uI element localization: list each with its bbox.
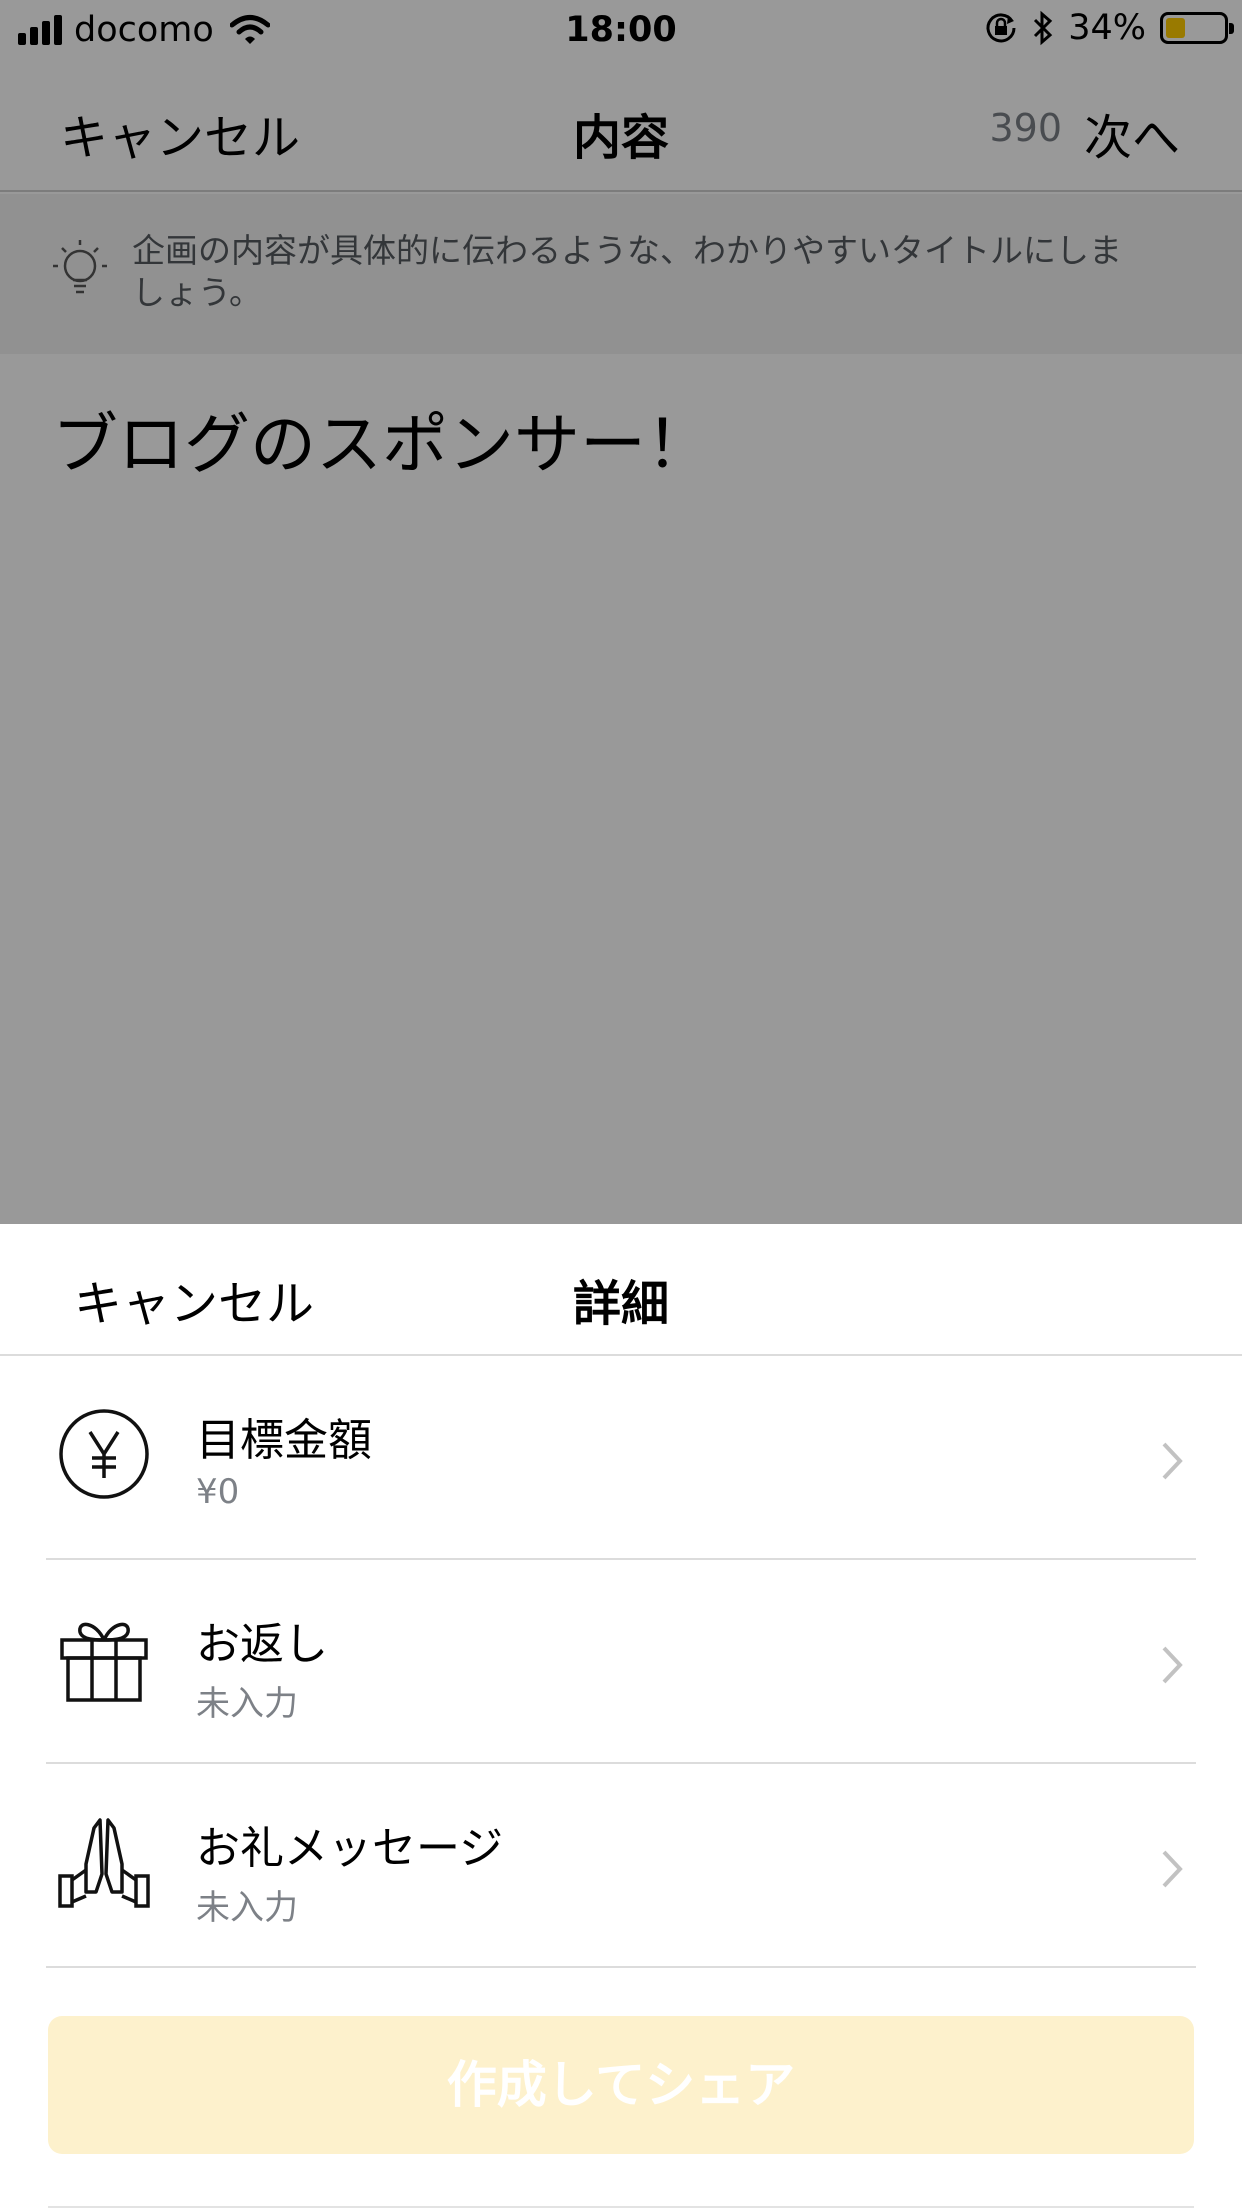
target-amount-value: ¥0 <box>196 1472 240 1512</box>
details-sheet: キャンセル 詳細 目標金額 ¥0 お返し 未入力 お礼メッセージ 未入力 作成し… <box>0 1224 1242 2208</box>
reward-value: 未入力 <box>196 1684 298 1724</box>
reward-label: お返し <box>196 1619 328 1670</box>
praying-hands-icon <box>58 1818 150 1908</box>
sheet-title: 詳細 <box>572 1276 669 1332</box>
thanks-message-label: お礼メッセージ <box>196 1823 504 1874</box>
yen-icon <box>59 1409 149 1499</box>
gift-icon <box>60 1622 148 1702</box>
thanks-message-value: 未入力 <box>196 1888 298 1928</box>
chevron-right-icon <box>1162 1646 1183 1684</box>
target-amount-row[interactable]: 目標金額 ¥0 <box>0 1356 1242 1560</box>
dim-overlay[interactable] <box>0 0 1242 1224</box>
chevron-right-icon <box>1162 1442 1183 1480</box>
row-divider <box>46 1966 1196 1968</box>
sheet-header: キャンセル 詳細 <box>0 1224 1242 1356</box>
create-and-share-button[interactable]: 作成してシェア <box>48 2016 1194 2154</box>
thanks-message-row[interactable]: お礼メッセージ 未入力 <box>0 1764 1242 1968</box>
target-amount-label: 目標金額 <box>196 1415 372 1466</box>
chevron-right-icon <box>1162 1850 1183 1888</box>
reward-row[interactable]: お返し 未入力 <box>0 1560 1242 1764</box>
